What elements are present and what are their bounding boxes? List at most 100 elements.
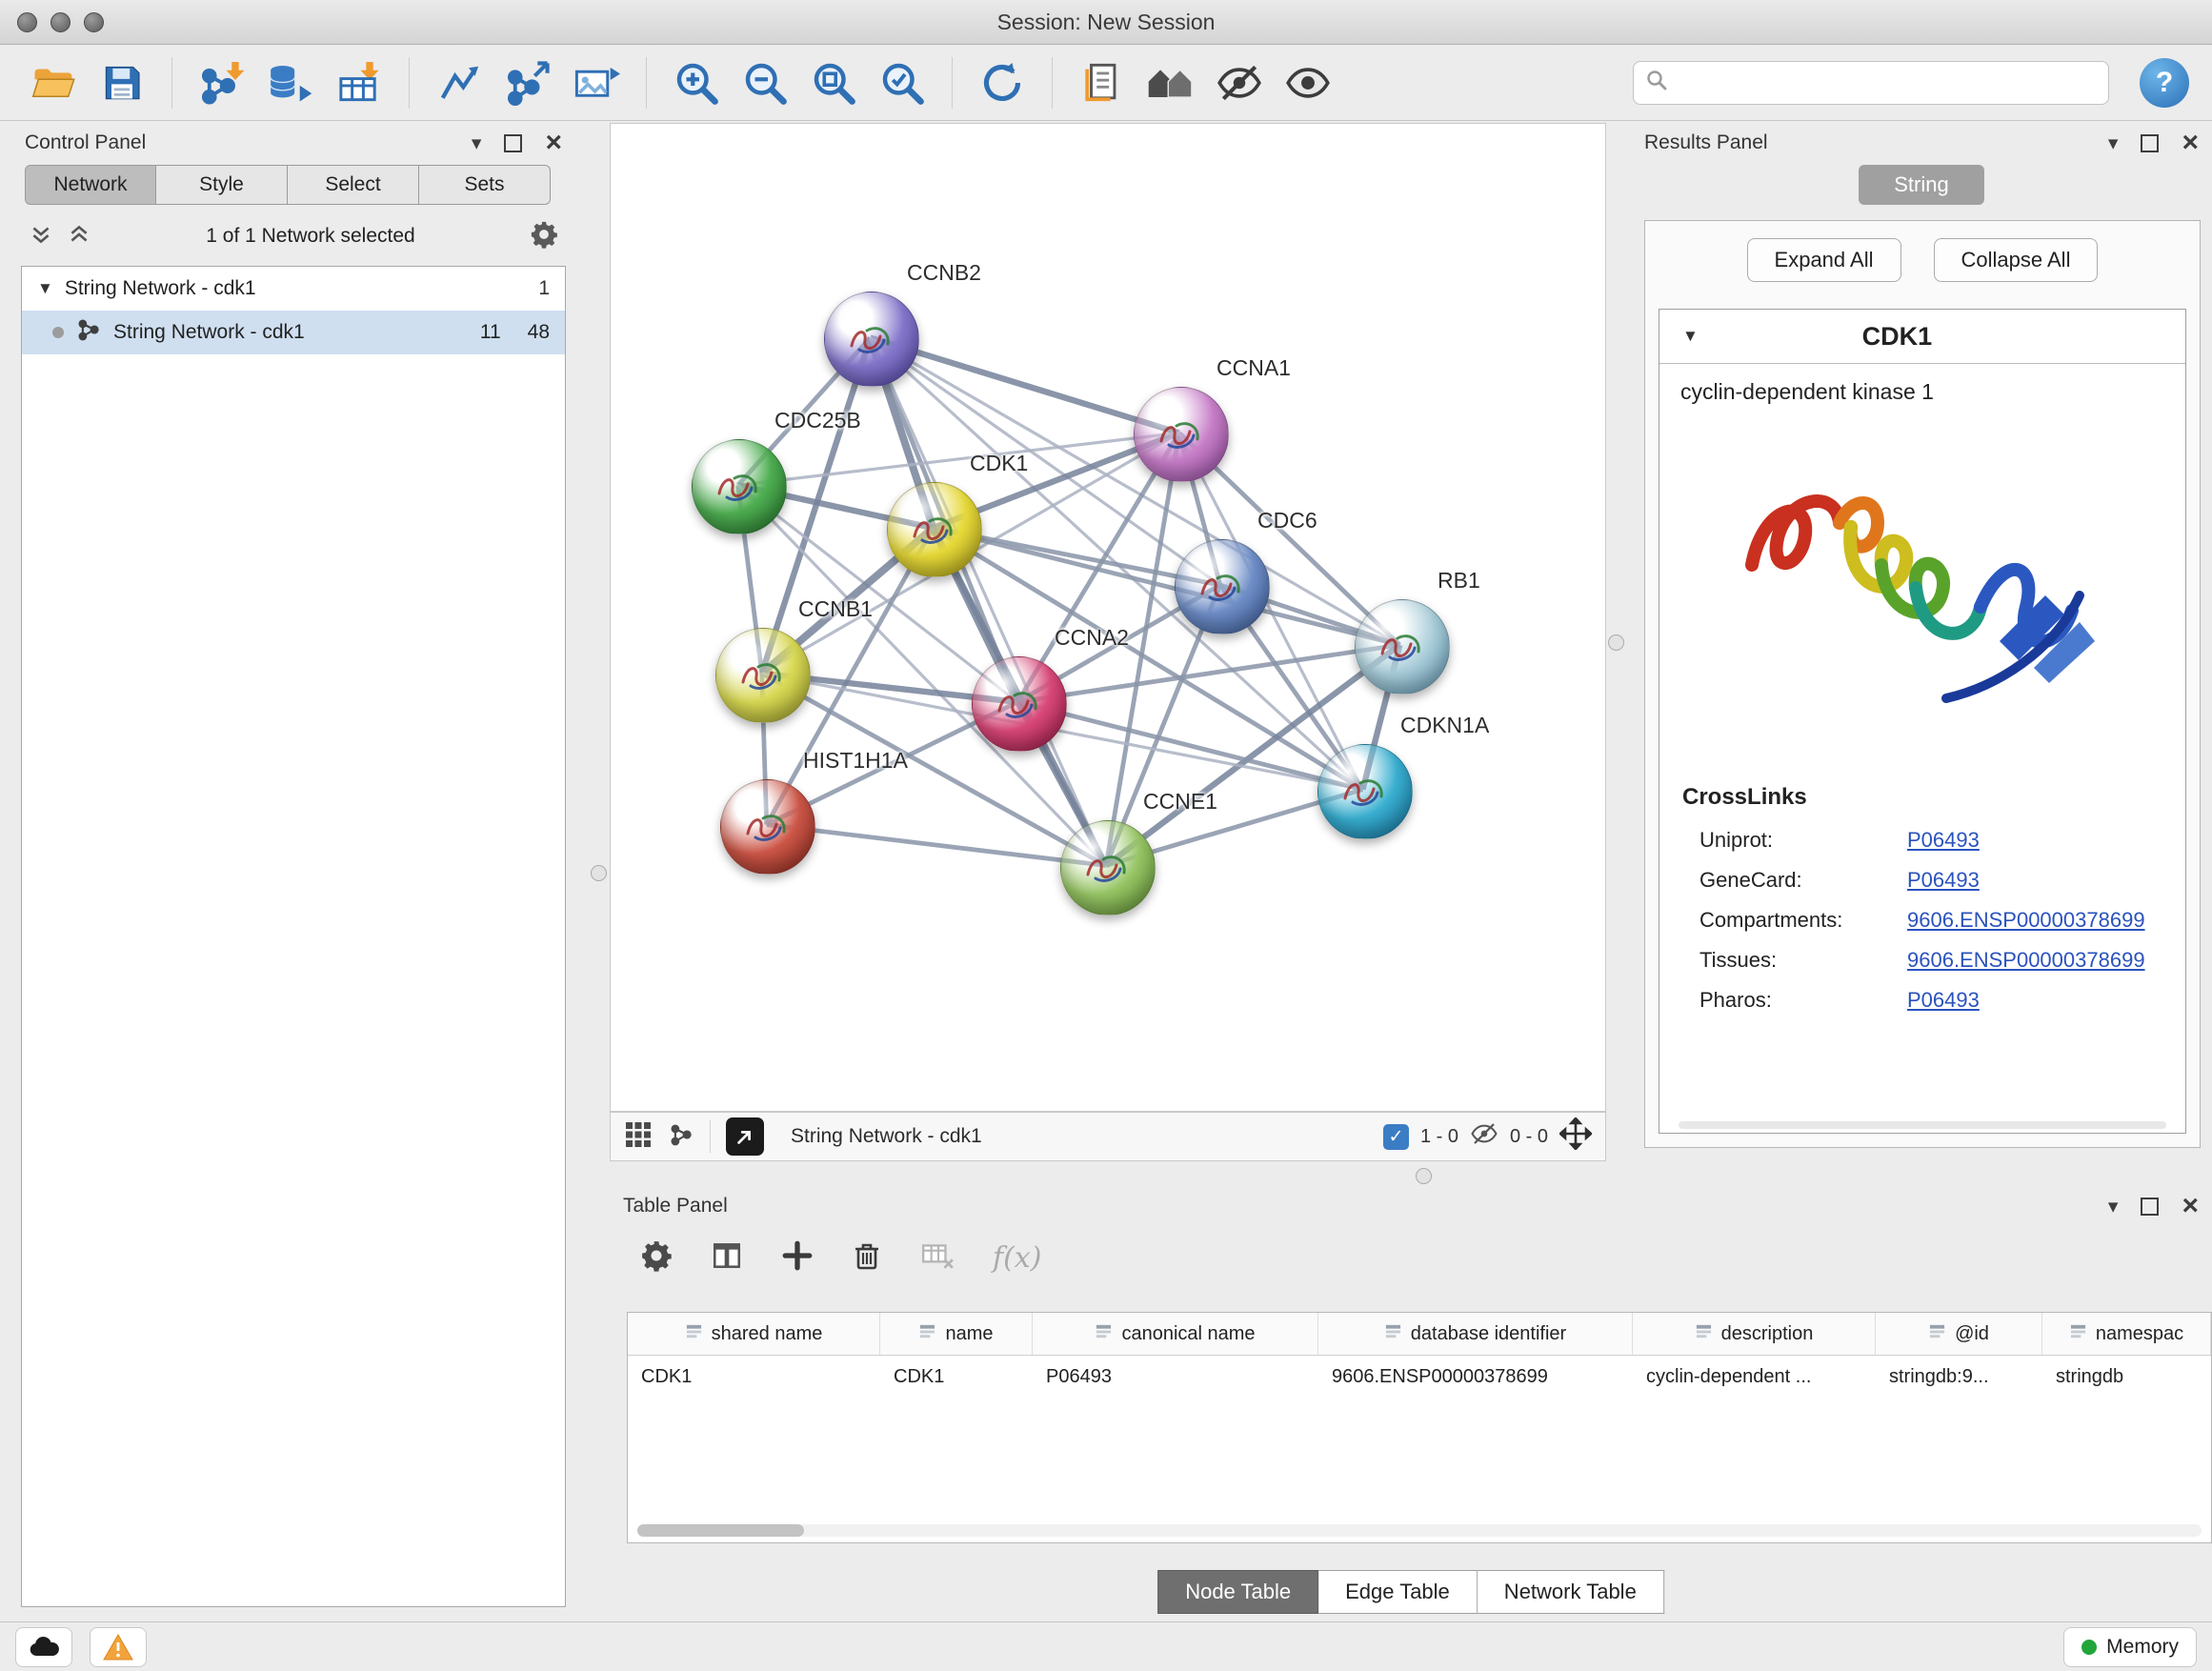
- detach-view-button[interactable]: [726, 1117, 764, 1156]
- protein-section-header[interactable]: ▼ CDK1: [1659, 310, 2185, 364]
- new-network-from-selection-button[interactable]: [497, 52, 558, 113]
- panel-float-icon[interactable]: ▾: [2108, 133, 2119, 153]
- collapse-all-button[interactable]: Collapse All: [1934, 238, 2099, 282]
- tab-style[interactable]: Style: [156, 165, 288, 205]
- tab-network-table[interactable]: Network Table: [1478, 1570, 1664, 1614]
- network-node-rb1[interactable]: [1355, 599, 1450, 695]
- tab-network[interactable]: Network: [25, 165, 156, 205]
- import-network-file-button[interactable]: [191, 52, 252, 113]
- export-image-button[interactable]: [566, 52, 627, 113]
- command-document-button[interactable]: [1072, 52, 1133, 113]
- search-input[interactable]: [1678, 70, 2097, 94]
- network-overview-icon[interactable]: [668, 1121, 694, 1153]
- right-splitter-handle[interactable]: [1608, 634, 1624, 651]
- show-all-eye-button[interactable]: [1277, 52, 1338, 113]
- first-neighbors-button[interactable]: [429, 52, 490, 113]
- expand-tree-icon[interactable]: [29, 222, 53, 252]
- network-node-cdk1[interactable]: [887, 482, 982, 577]
- panel-close-icon[interactable]: ×: [545, 131, 562, 154]
- table-cell[interactable]: stringdb: [2042, 1366, 2211, 1388]
- network-node-ccnb1[interactable]: [715, 628, 811, 723]
- zoom-out-button[interactable]: [734, 52, 795, 113]
- save-session-button[interactable]: [91, 52, 152, 113]
- horizontal-splitter-handle[interactable]: [1416, 1168, 1432, 1184]
- selected-nodes-checkbox[interactable]: ✓: [1383, 1124, 1409, 1150]
- tab-edge-table[interactable]: Edge Table: [1318, 1570, 1478, 1614]
- network-node-ccnb2[interactable]: [824, 292, 919, 387]
- maximize-window-button[interactable]: [84, 12, 104, 32]
- panel-close-icon[interactable]: ×: [2182, 131, 2199, 154]
- results-scrollbar[interactable]: [1679, 1121, 2166, 1129]
- table-cell[interactable]: cyclin-dependent ...: [1633, 1366, 1876, 1388]
- crosslink-link[interactable]: 9606.ENSP00000378699: [1907, 908, 2145, 933]
- column-header-id[interactable]: @id: [1876, 1313, 2042, 1355]
- column-header-namespac[interactable]: namespac: [2042, 1313, 2211, 1355]
- tab-select[interactable]: Select: [288, 165, 419, 205]
- zoom-selected-button[interactable]: [872, 52, 933, 113]
- table-settings-gear-icon[interactable]: [640, 1239, 673, 1277]
- apply-layout-button[interactable]: [972, 52, 1033, 113]
- column-header-shared-name[interactable]: shared name: [628, 1313, 880, 1355]
- left-splitter-handle[interactable]: [591, 865, 607, 881]
- table-row[interactable]: CDK1CDK1P064939606.ENSP00000378699cyclin…: [628, 1356, 2211, 1398]
- column-header-canonical-name[interactable]: canonical name: [1033, 1313, 1318, 1355]
- collapse-triangle-icon[interactable]: ▼: [1682, 327, 1699, 346]
- zoom-in-button[interactable]: [666, 52, 727, 113]
- panel-maximize-icon[interactable]: [2141, 1198, 2159, 1216]
- tab-sets[interactable]: Sets: [419, 165, 551, 205]
- gear-icon[interactable]: [530, 220, 558, 253]
- crosslink-link[interactable]: P06493: [1907, 828, 1980, 853]
- crosslink-link[interactable]: P06493: [1907, 868, 1980, 893]
- network-node-ccne1[interactable]: [1060, 820, 1156, 916]
- pan-crosshair-icon[interactable]: [1559, 1117, 1592, 1156]
- table-cell[interactable]: P06493: [1033, 1366, 1318, 1388]
- grid-view-icon[interactable]: [624, 1120, 653, 1154]
- scrollbar-thumb[interactable]: [637, 1524, 804, 1537]
- minimize-window-button[interactable]: [50, 12, 70, 32]
- collapse-triangle-icon[interactable]: ▼: [37, 279, 53, 298]
- panel-float-icon[interactable]: ▾: [2108, 1197, 2119, 1217]
- network-node-cdc6[interactable]: [1175, 539, 1270, 634]
- import-table-button[interactable]: [329, 52, 390, 113]
- column-header-name[interactable]: name: [880, 1313, 1033, 1355]
- close-window-button[interactable]: [17, 12, 37, 32]
- table-cell[interactable]: CDK1: [628, 1366, 880, 1388]
- column-header-description[interactable]: description: [1633, 1313, 1876, 1355]
- hide-selected-eye-slash-button[interactable]: [1209, 52, 1270, 113]
- cloud-status-button[interactable]: [15, 1627, 72, 1667]
- import-network-database-button[interactable]: [260, 52, 321, 113]
- network-node-cdkn1a[interactable]: [1317, 744, 1413, 839]
- crosslink-link[interactable]: 9606.ENSP00000378699: [1907, 948, 2145, 973]
- expand-all-button[interactable]: Expand All: [1747, 238, 1901, 282]
- panel-float-icon[interactable]: ▾: [472, 133, 482, 153]
- show-columns-icon[interactable]: [711, 1239, 743, 1277]
- network-canvas[interactable]: CCNB2CCNA1CDC25BCDK1CDC6RB1CCNB1CCNA2CDK…: [610, 123, 1606, 1112]
- network-node-cdc25b[interactable]: [692, 439, 787, 534]
- collapse-tree-icon[interactable]: [67, 222, 91, 252]
- open-session-button[interactable]: [23, 52, 84, 113]
- warnings-button[interactable]: [90, 1627, 147, 1667]
- table-cell[interactable]: stringdb:9...: [1876, 1366, 2042, 1388]
- tab-string[interactable]: String: [1859, 165, 1984, 205]
- column-header-database-identifier[interactable]: database identifier: [1318, 1313, 1633, 1355]
- panel-maximize-icon[interactable]: [504, 134, 522, 152]
- zoom-fit-button[interactable]: [803, 52, 864, 113]
- delete-column-trash-icon[interactable]: [852, 1240, 882, 1276]
- memory-button[interactable]: Memory: [2063, 1627, 2197, 1667]
- table-cell[interactable]: 9606.ENSP00000378699: [1318, 1366, 1633, 1388]
- table-cell[interactable]: CDK1: [880, 1366, 1033, 1388]
- network-node-hist1h1a[interactable]: [720, 779, 815, 875]
- help-button[interactable]: ?: [2140, 58, 2189, 108]
- tab-node-table[interactable]: Node Table: [1157, 1570, 1318, 1614]
- panel-maximize-icon[interactable]: [2141, 134, 2159, 152]
- hidden-eye-slash-icon[interactable]: [1470, 1120, 1498, 1153]
- network-overview-homes-button[interactable]: [1140, 52, 1201, 113]
- network-row-selected[interactable]: String Network - cdk1 11 48: [22, 311, 565, 354]
- table-horizontal-scrollbar[interactable]: [637, 1524, 2202, 1537]
- crosslink-link[interactable]: P06493: [1907, 988, 1980, 1013]
- network-collection-row[interactable]: ▼ String Network - cdk1 1: [22, 267, 565, 311]
- panel-close-icon[interactable]: ×: [2182, 1195, 2199, 1218]
- network-node-ccna2[interactable]: [972, 656, 1067, 752]
- network-node-ccna1[interactable]: [1134, 387, 1229, 482]
- add-column-plus-icon[interactable]: [781, 1239, 814, 1277]
